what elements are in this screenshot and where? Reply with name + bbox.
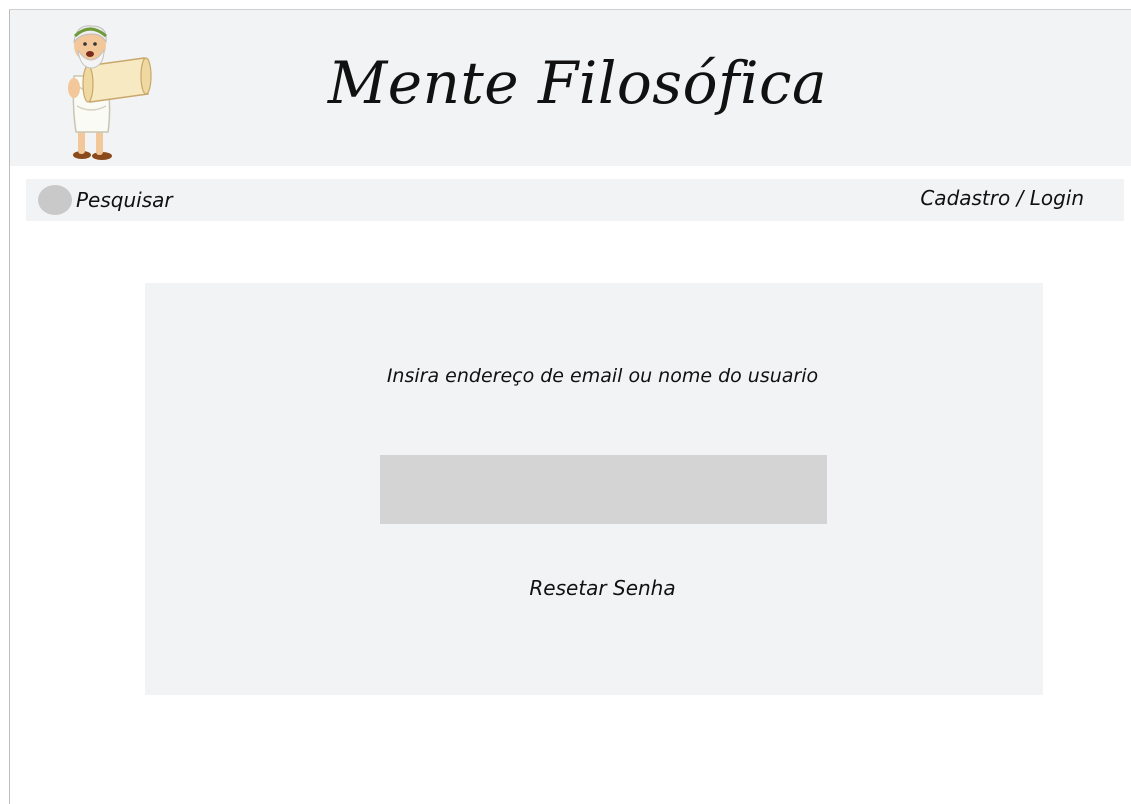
email-or-username-input[interactable] xyxy=(380,455,827,524)
search-button[interactable]: Pesquisar xyxy=(38,185,173,215)
search-label[interactable]: Pesquisar xyxy=(76,188,173,212)
corner-tab-fragment xyxy=(0,0,72,9)
site-title: Mente Filosófica xyxy=(327,49,828,117)
signup-login-link[interactable]: Cadastro / Login xyxy=(920,186,1084,210)
reset-prompt: Insira endereço de email ou nome do usua… xyxy=(386,365,819,387)
site-header: Mente Filosófica xyxy=(10,10,1131,166)
reset-password-button[interactable]: Resetar Senha xyxy=(145,576,1060,600)
password-reset-card: Insira endereço de email ou nome do usua… xyxy=(145,283,1043,695)
nav-bar: Pesquisar Cadastro / Login xyxy=(26,179,1124,221)
search-circle-icon[interactable] xyxy=(38,185,72,215)
